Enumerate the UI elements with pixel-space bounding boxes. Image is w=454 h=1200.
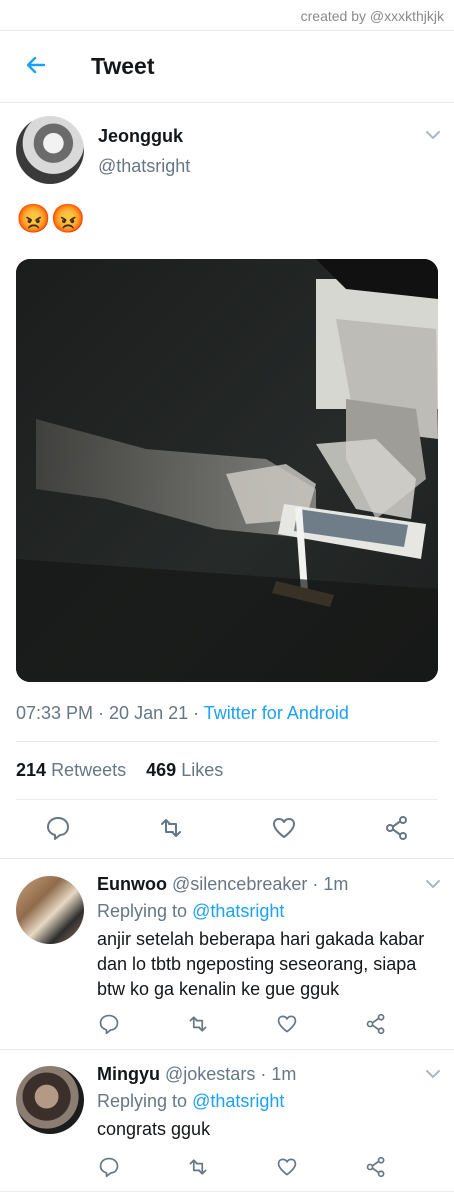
reply-text-line: dan lo tbtb ngeposting seseorang, siapa (97, 954, 417, 974)
like-icon[interactable] (271, 815, 297, 841)
like-label[interactable]: Likes (181, 760, 223, 780)
reply-author-handle[interactable]: @silencebreaker (172, 874, 307, 894)
reply-header: Eunwoo @silencebreaker · 1m (97, 874, 348, 895)
tweet-meta: 07:33 PM · 20 Jan 21 · Twitter for Andro… (16, 703, 349, 724)
share-icon[interactable] (384, 815, 410, 841)
tweet-text: 😡😡 (16, 203, 86, 234)
replying-to-handle[interactable]: @thatsright (192, 1091, 284, 1111)
like-count[interactable]: 469 (146, 760, 176, 780)
tweet-time: 07:33 PM (16, 703, 94, 723)
tweet-date: 20 Jan 21 (109, 703, 189, 723)
page-title: Tweet (91, 53, 155, 79)
divider (0, 1191, 454, 1192)
tweet-stats: 214 Retweets 469 Likes (16, 760, 223, 781)
divider (0, 1049, 454, 1050)
reply-icon[interactable] (98, 1156, 120, 1178)
like-icon[interactable] (276, 1156, 298, 1178)
reply-text: congrats gguk (97, 1117, 442, 1142)
replying-to-handle[interactable]: @thatsright (192, 901, 284, 921)
divider (16, 741, 438, 742)
reply-header: Mingyu @jokestars · 1m (97, 1064, 296, 1085)
reply-text-line: congrats gguk (97, 1119, 211, 1139)
avatar[interactable] (16, 116, 84, 184)
replying-to: Replying to @thatsright (97, 1091, 284, 1112)
chevron-down-icon[interactable] (425, 1069, 441, 1079)
reply-icon[interactable] (98, 1013, 120, 1035)
meta-separator: · (93, 703, 110, 723)
avatar[interactable] (16, 876, 84, 944)
back-arrow-icon[interactable] (24, 53, 48, 77)
reply-text-line: btw ko ga kenalin ke gue gguk (97, 979, 340, 999)
retweet-label[interactable]: Retweets (51, 760, 126, 780)
replying-label: Replying to (97, 1091, 188, 1111)
reply-icon[interactable] (45, 815, 71, 841)
watermark: created by @xxxkthjkjk (300, 8, 444, 24)
chevron-down-icon[interactable] (425, 879, 441, 889)
reply-author-handle[interactable]: @jokestars (165, 1064, 255, 1084)
reply-text: anjir setelah beberapa hari gakada kabar… (97, 927, 442, 1002)
share-icon[interactable] (365, 1156, 387, 1178)
tweet-source-link[interactable]: Twitter for Android (204, 703, 349, 723)
share-icon[interactable] (365, 1013, 387, 1035)
replying-label: Replying to (97, 901, 188, 921)
divider (16, 799, 438, 800)
header: Tweet (0, 31, 454, 103)
reply-author-name[interactable]: Mingyu (97, 1064, 160, 1084)
reply-time: 1m (271, 1064, 297, 1084)
retweet-icon[interactable] (187, 1013, 209, 1035)
author-name[interactable]: Jeongguk (98, 126, 183, 147)
avatar[interactable] (16, 1066, 84, 1134)
reply-text-line: anjir setelah beberapa hari gakada kabar (97, 929, 425, 949)
retweet-count[interactable]: 214 (16, 760, 46, 780)
replying-to: Replying to @thatsright (97, 901, 284, 922)
meta-separator: · (188, 703, 204, 723)
chevron-down-icon[interactable] (425, 130, 441, 140)
author-handle[interactable]: @thatsright (98, 156, 190, 177)
retweet-icon[interactable] (158, 815, 184, 841)
meta-separator: · (255, 1064, 272, 1084)
reply-time: 1m (323, 874, 349, 894)
like-icon[interactable] (276, 1013, 298, 1035)
retweet-icon[interactable] (187, 1156, 209, 1178)
reply-author-name[interactable]: Eunwoo (97, 874, 167, 894)
meta-separator: · (307, 874, 324, 894)
tweet-photo[interactable] (16, 259, 438, 682)
divider (0, 858, 454, 859)
